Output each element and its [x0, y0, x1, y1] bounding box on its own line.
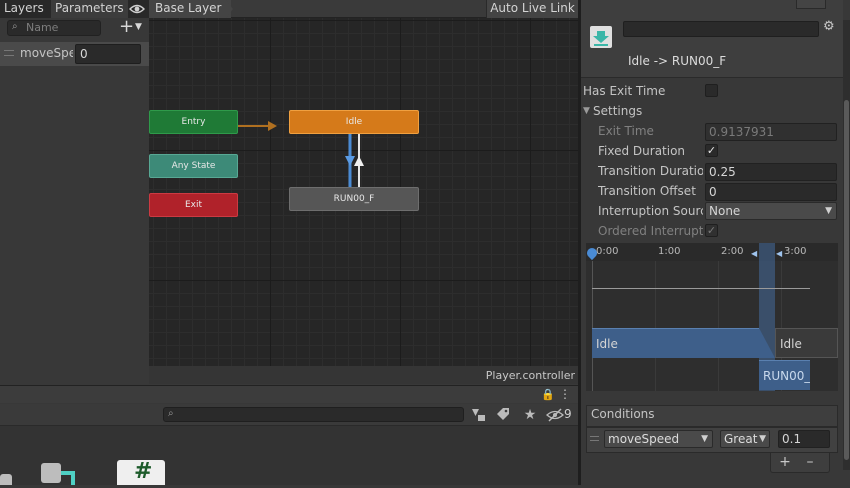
hash-glyph: #: [134, 459, 153, 484]
remove-condition-button[interactable]: –: [799, 453, 821, 471]
timeline-grid-line: [718, 261, 719, 391]
drag-handle-icon[interactable]: [590, 436, 599, 441]
add-condition-button[interactable]: +: [774, 453, 796, 471]
chevron-down-icon: ▼: [825, 206, 832, 216]
entry-transition-arrowhead: [268, 121, 277, 131]
transition-duration-label: Transition Duration: [598, 164, 703, 178]
timeline-grid-line: [655, 261, 656, 391]
lock-icon[interactable]: 🔒: [541, 388, 555, 401]
favorites-star-icon[interactable]: ★: [521, 406, 539, 424]
transition-offset-label: Transition Offset: [598, 184, 696, 198]
condition-operator-value: Great: [724, 432, 758, 446]
search-icon: ⌕: [168, 408, 174, 419]
search-placeholder: Name: [26, 21, 59, 34]
exit-node[interactable]: Exit: [149, 193, 238, 217]
condition-value-input[interactable]: 0.1: [778, 430, 830, 448]
csharp-script-icon[interactable]: #: [117, 459, 165, 485]
idle-to-run-arrowhead: [345, 156, 355, 166]
drag-handle-icon[interactable]: [4, 50, 14, 56]
chevron-down-icon: ▼: [135, 22, 142, 32]
idle-state-node[interactable]: Idle: [289, 110, 419, 134]
exit-time-label: Exit Time: [598, 124, 654, 138]
interruption-source-value: None: [709, 204, 741, 218]
ordered-interruption-label: Ordered Interruption: [598, 224, 703, 238]
idle-loop-bar[interactable]: Idle: [775, 328, 838, 358]
hidden-count: 9: [564, 407, 572, 421]
entry-node[interactable]: Entry: [149, 110, 238, 134]
transition-asset-icon: [588, 24, 614, 50]
animator-controller-icon[interactable]: [41, 463, 81, 485]
any-state-node[interactable]: Any State: [149, 154, 238, 178]
idle-fade-region: [759, 328, 775, 358]
settings-foldout[interactable]: Settings: [593, 104, 642, 118]
condition-operator-dropdown[interactable]: Great ▼: [720, 430, 770, 448]
plus-icon: +: [119, 16, 135, 37]
interruption-source-label: Interruption Source: [598, 204, 703, 218]
run-timeline-bar[interactable]: RUN00_F: [759, 360, 810, 390]
parameters-panel: [0, 18, 149, 384]
hidden-packages-icon[interactable]: [546, 406, 564, 424]
timeline-tick-0: 0:00: [596, 246, 619, 257]
fixed-duration-checkbox[interactable]: ✓: [705, 144, 718, 157]
has-exit-time-label: Has Exit Time: [583, 84, 666, 98]
inspector-scrollbar-thumb[interactable]: [844, 100, 849, 460]
parameter-value-input[interactable]: 0: [75, 44, 141, 64]
eye-icon[interactable]: [128, 1, 146, 17]
project-search-input[interactable]: ⌕: [163, 407, 464, 422]
interruption-source-dropdown[interactable]: None ▼: [705, 202, 837, 220]
breadcrumb-arrow-icon: [226, 0, 233, 18]
transition-start-handle-icon[interactable]: ◀: [751, 249, 757, 258]
transition-name-input[interactable]: [623, 21, 819, 37]
breadcrumb-base-layer[interactable]: Base Layer: [149, 0, 231, 18]
tab-parameters[interactable]: Parameters: [51, 0, 128, 18]
timeline-tick-3: 3:00: [784, 246, 807, 257]
timeline-tick-1: 1:00: [658, 246, 681, 257]
has-exit-time-checkbox[interactable]: [705, 84, 718, 97]
parameter-search-input[interactable]: ⌕ Name: [7, 20, 101, 36]
condition-parameter-dropdown[interactable]: moveSpeed ▼: [604, 430, 713, 448]
transition-duration-field[interactable]: 0.25: [705, 163, 837, 181]
transition-offset-field[interactable]: 0: [705, 183, 837, 201]
exit-time-field[interactable]: 0.9137931: [705, 123, 837, 141]
parameter-name[interactable]: moveSpe: [20, 46, 73, 60]
filter-by-label-icon[interactable]: [494, 406, 512, 424]
inspector-top-button[interactable]: [796, 0, 826, 9]
more-menu-icon[interactable]: ⋮: [559, 387, 571, 401]
project-panel-header: [0, 385, 578, 403]
chevron-down-icon: ▼: [759, 434, 766, 444]
filter-by-type-icon[interactable]: [469, 406, 487, 424]
ordered-interruption-checkbox[interactable]: ✓: [705, 224, 718, 237]
controller-file-name: Player.controller: [485, 369, 575, 382]
idle-timeline-bar[interactable]: Idle: [592, 328, 759, 358]
folder-icon[interactable]: [0, 474, 12, 485]
conditions-label: Conditions: [591, 407, 655, 421]
settings-expand-icon[interactable]: ▼: [583, 106, 590, 116]
search-icon: ⌕: [12, 21, 18, 32]
auto-live-link-button[interactable]: Auto Live Link: [486, 0, 578, 18]
gear-icon[interactable]: ⚙: [823, 19, 835, 34]
condition-parameter-value: moveSpeed: [608, 432, 680, 446]
run-state-node[interactable]: RUN00_F: [289, 187, 419, 211]
timeline-tick-2: 2:00: [721, 246, 744, 257]
fixed-duration-label: Fixed Duration: [598, 144, 686, 158]
timeline-curve-line: [592, 288, 810, 289]
timeline-grid-line: [592, 261, 593, 391]
run-to-idle-arrowhead: [354, 156, 364, 166]
transition-title: Idle -> RUN00_F: [628, 54, 727, 68]
add-parameter-button[interactable]: + ▼: [119, 16, 145, 37]
transition-end-handle-icon[interactable]: ◀: [776, 249, 782, 258]
chevron-down-icon: ▼: [701, 434, 708, 444]
project-assets-area: [0, 426, 578, 485]
tab-layers[interactable]: Layers: [0, 0, 48, 18]
